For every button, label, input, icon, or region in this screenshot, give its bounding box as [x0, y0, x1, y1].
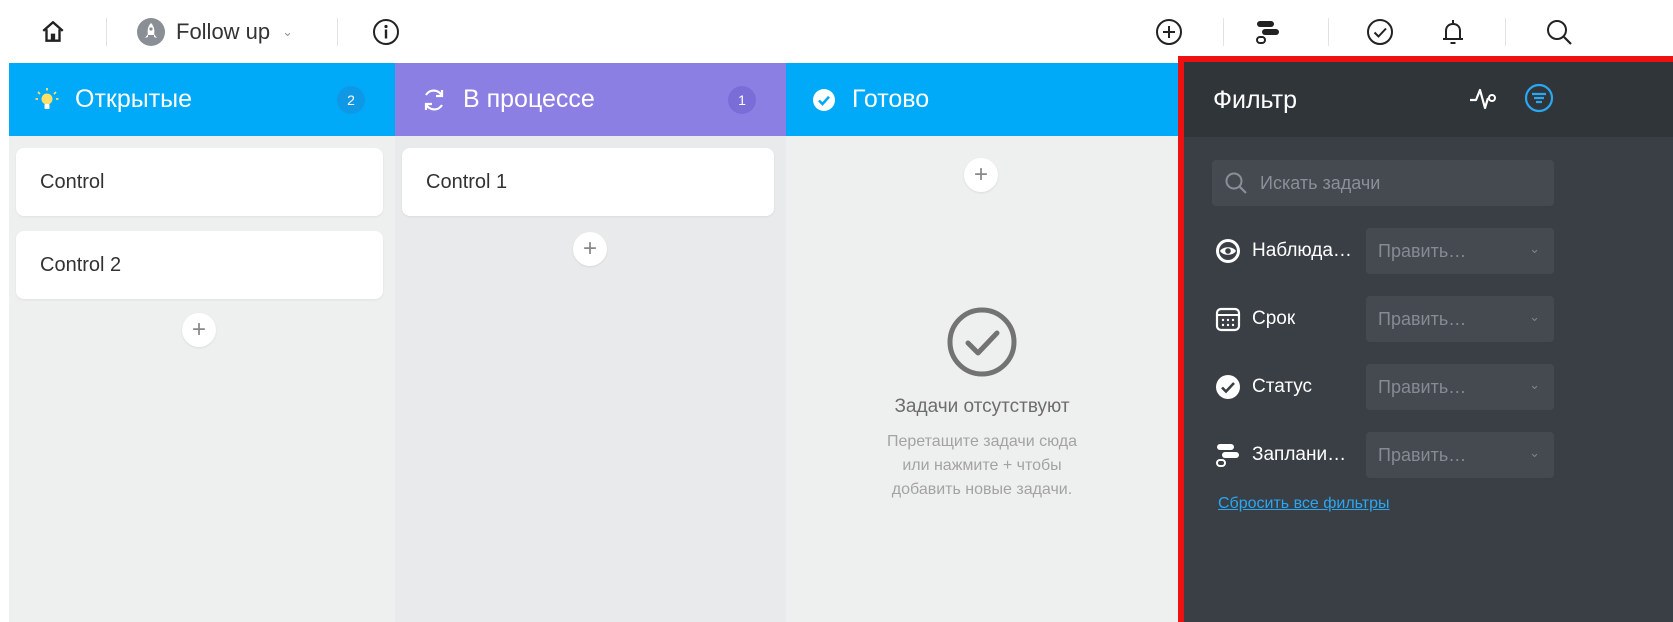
filter-select-value: Править…	[1378, 376, 1467, 397]
filter-row-status: Статус Править… ⌄	[1214, 364, 1554, 410]
check-circle-icon	[813, 88, 835, 111]
chevron-down-icon: ⌄	[1529, 309, 1540, 324]
column-open: Открытые 2 Control Control 2 +	[9, 63, 395, 622]
task-card[interactable]: Control 1	[402, 148, 774, 216]
bulb-icon	[35, 87, 59, 109]
filter-select[interactable]: Править… ⌄	[1366, 432, 1554, 478]
search-icon[interactable]	[1545, 14, 1573, 50]
add-task-button[interactable]: +	[964, 158, 998, 192]
filter-label: Статус	[1252, 376, 1313, 397]
column-body: + Задачи отсутствуют Перетащите задачи с…	[786, 136, 1178, 622]
filter-header: Фильтр	[1184, 62, 1673, 137]
column-title: Открытые	[75, 85, 193, 113]
filter-select[interactable]: Править… ⌄	[1366, 296, 1554, 342]
chevron-down-icon: ⌄	[1529, 445, 1540, 460]
project-rocket-icon	[137, 18, 165, 46]
filter-label: Срок	[1252, 308, 1296, 329]
filter-select-value: Править…	[1378, 444, 1467, 465]
project-name: Follow up	[176, 19, 271, 44]
filter-title: Фильтр	[1213, 86, 1297, 114]
filter-label: Заплани…	[1252, 444, 1347, 465]
search-input[interactable]: Искать задачи	[1212, 160, 1554, 206]
column-header[interactable]: В процессе 1	[395, 63, 786, 136]
task-title: Control 1	[426, 170, 508, 193]
task-card[interactable]: Control 2	[16, 231, 383, 299]
chevron-down-icon: ⌄	[282, 24, 294, 39]
count-badge: 2	[337, 86, 365, 114]
calendar-icon	[1215, 307, 1241, 332]
empty-check-icon	[947, 307, 1017, 377]
column-title: Готово	[852, 85, 930, 113]
reset-filters-link[interactable]: Сбросить все фильтры	[1218, 495, 1389, 513]
empty-hint: Перетащите задачи сюда или нажмите + что…	[886, 433, 1078, 498]
column-in-progress: В процессе 1 Control 1 +	[395, 63, 786, 622]
empty-state: Задачи отсутствуют Перетащите задачи сюд…	[786, 306, 1178, 502]
column-body: Control 1 +	[395, 136, 786, 622]
home-icon[interactable]	[40, 14, 66, 50]
add-task-button[interactable]: +	[182, 313, 216, 347]
gantt-icon	[1216, 444, 1239, 467]
gantt-icon[interactable]	[1254, 14, 1282, 50]
filter-panel: Фильтр Искать задачи Наблюда… Править… ⌄…	[1178, 56, 1673, 622]
filter-select[interactable]: Править… ⌄	[1366, 228, 1554, 274]
count-badge: 1	[728, 86, 756, 114]
task-title: Control	[40, 170, 105, 193]
filter-row-watchers: Наблюда… Править… ⌄	[1214, 228, 1554, 274]
column-body: Control Control 2 +	[9, 136, 395, 622]
column-done: Готово + Задачи отсутствуют Перетащите з…	[786, 63, 1178, 622]
search-placeholder: Искать задачи	[1260, 172, 1381, 193]
filter-select-value: Править…	[1378, 240, 1467, 261]
refresh-icon	[424, 89, 444, 110]
column-title: В процессе	[463, 85, 595, 113]
filter-row-deadline: Срок Править… ⌄	[1214, 296, 1554, 342]
top-bar: Follow up ⌄	[0, 0, 1673, 63]
task-title: Control 2	[40, 253, 122, 276]
column-header[interactable]: Готово	[786, 63, 1178, 136]
check-circle-icon[interactable]	[1366, 14, 1394, 50]
filter-icon[interactable]	[1524, 83, 1554, 118]
info-icon[interactable]	[372, 14, 400, 50]
bell-icon[interactable]	[1440, 14, 1466, 50]
column-header[interactable]: Открытые 2	[9, 63, 395, 136]
eye-icon	[1216, 239, 1240, 263]
filter-label: Наблюда…	[1252, 240, 1352, 261]
status-check-icon	[1216, 375, 1240, 399]
add-icon[interactable]	[1155, 14, 1183, 50]
filter-row-planned: Заплани… Править… ⌄	[1214, 432, 1554, 478]
add-task-button[interactable]: +	[573, 232, 607, 266]
filter-select-value: Править…	[1378, 308, 1467, 329]
chevron-down-icon: ⌄	[1529, 241, 1540, 256]
chevron-down-icon: ⌄	[1529, 377, 1540, 392]
task-card[interactable]: Control	[16, 148, 383, 216]
filter-select[interactable]: Править… ⌄	[1366, 364, 1554, 410]
empty-title: Задачи отсутствуют	[894, 396, 1070, 417]
project-selector[interactable]: Follow up ⌄	[136, 14, 293, 50]
search-icon	[1225, 172, 1247, 194]
activity-icon[interactable]	[1468, 84, 1498, 119]
